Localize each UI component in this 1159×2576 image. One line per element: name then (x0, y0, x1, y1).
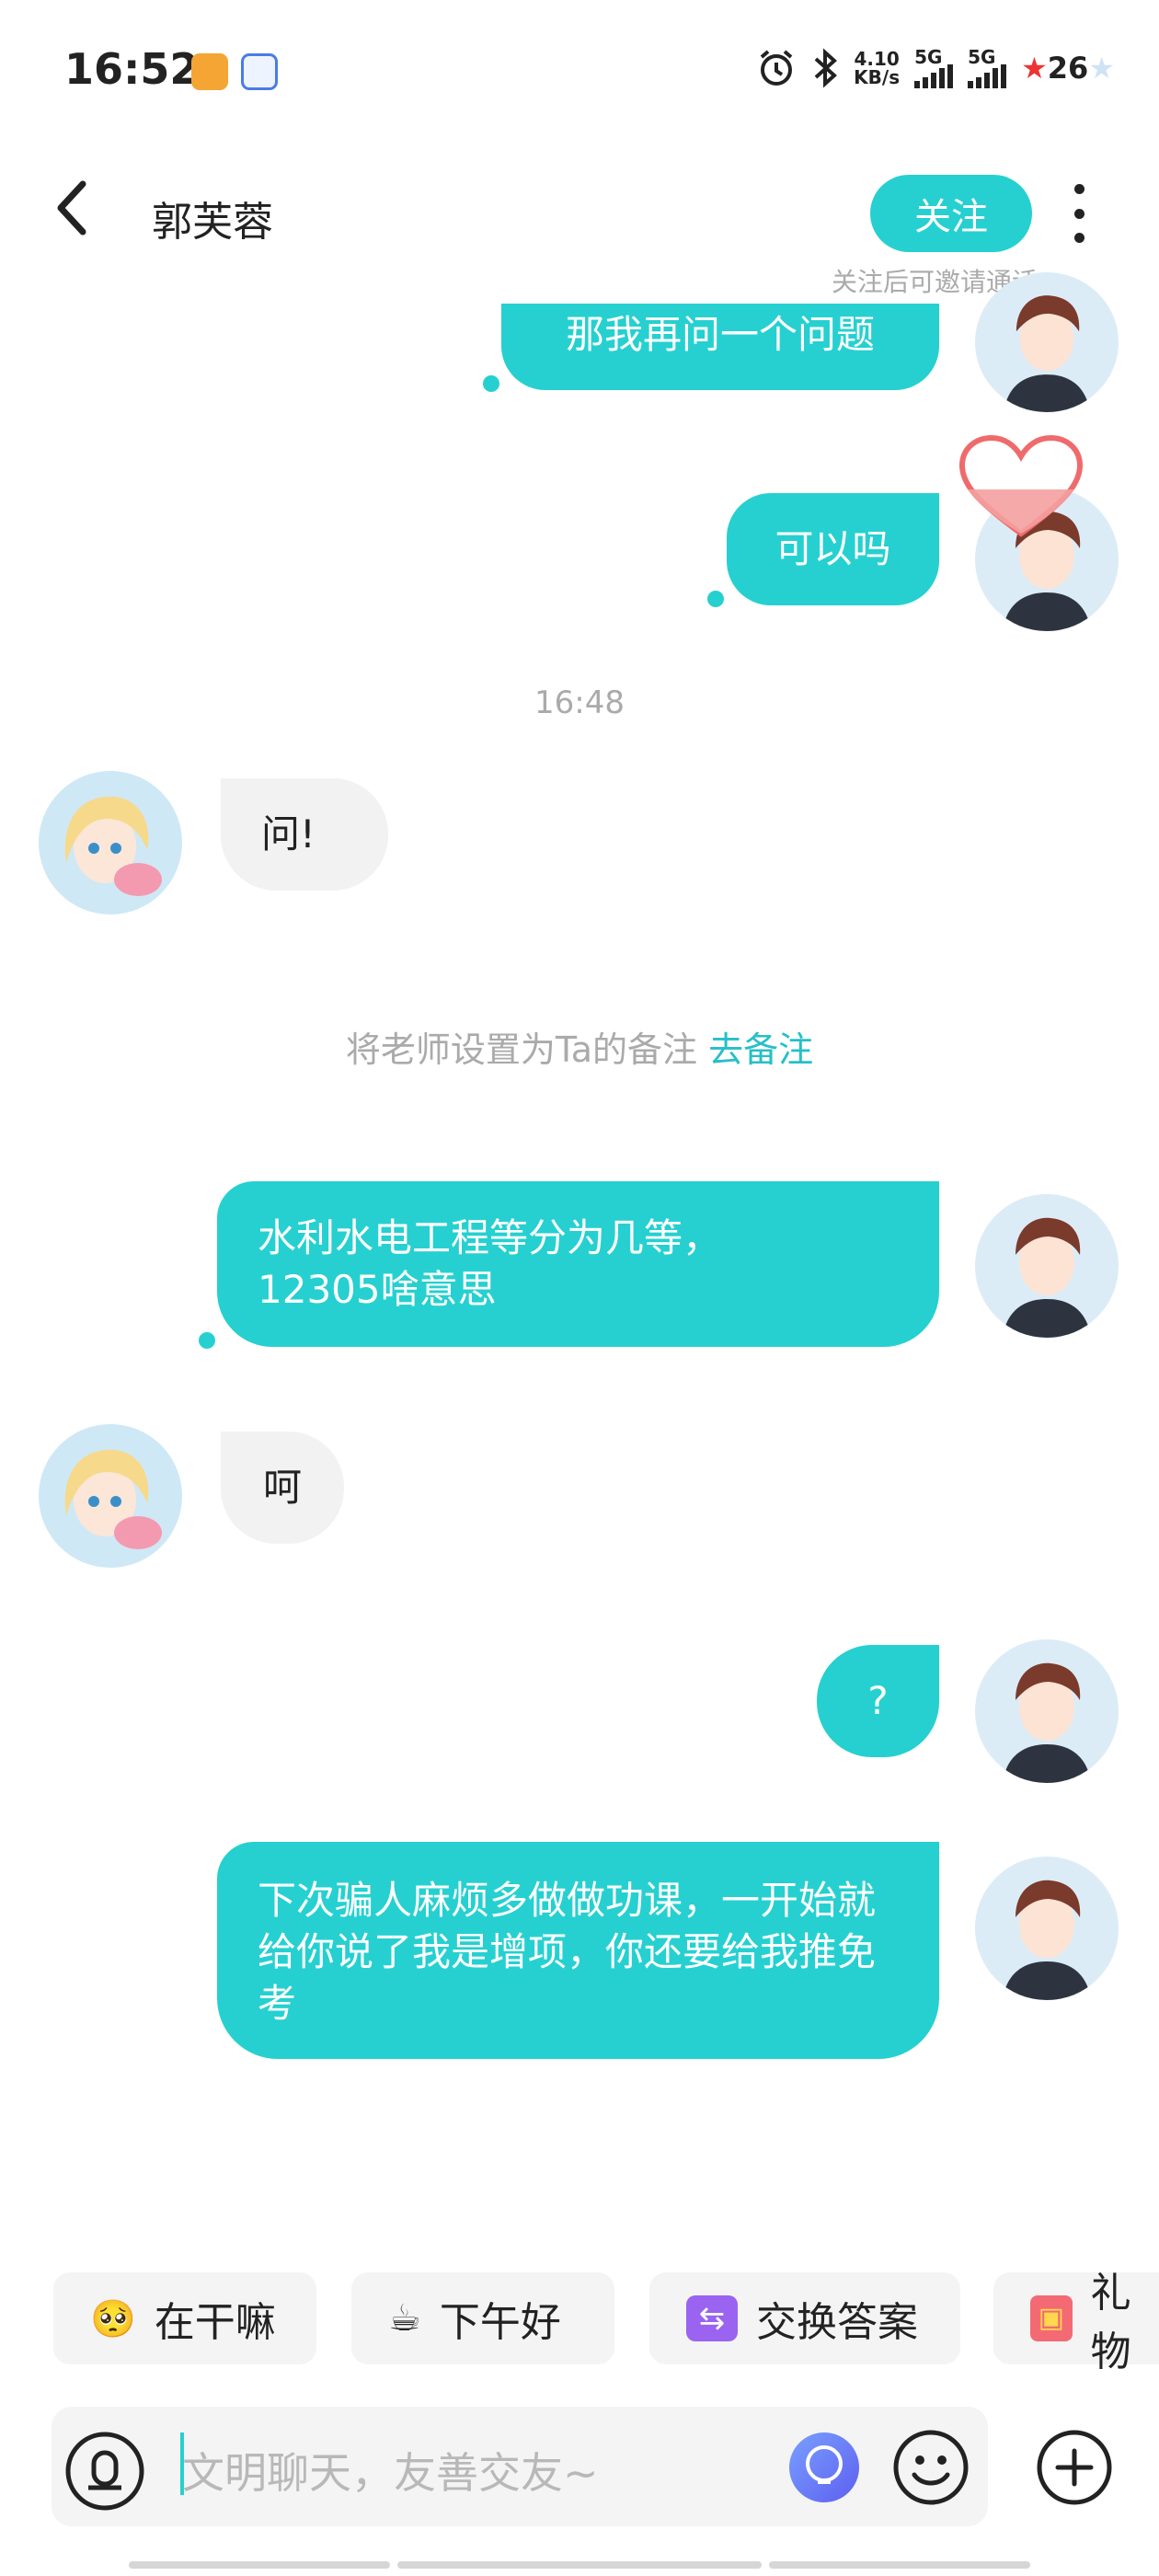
voice-input-icon[interactable] (64, 2431, 145, 2512)
quick-reply-chip[interactable]: 🥺 在干嘛 (53, 2272, 316, 2364)
message-input[interactable]: 文明聊天，友善交友~ (182, 2440, 599, 2501)
more-options-icon[interactable] (1067, 184, 1091, 243)
net-speed: 4.10 KB/s (854, 48, 901, 88)
my-avatar[interactable] (975, 1857, 1119, 2000)
remark-notice-text: 将老师设置为Ta的备注 (345, 1029, 698, 1070)
emoji-icon[interactable] (892, 2429, 970, 2506)
read-indicator-dot (483, 375, 499, 392)
message-bubble-incoming[interactable]: 呵 (221, 1432, 344, 1544)
sim2-signal: 5G (968, 48, 1007, 88)
bluetooth-icon (814, 48, 838, 88)
sim1-signal: 5G (914, 48, 954, 88)
contact-name: 郭芙蓉 (152, 199, 273, 246)
face-icon: 🥺 (90, 2297, 136, 2340)
quick-reply-chip[interactable]: ▣ 礼物 (993, 2270, 1159, 2375)
contact-avatar[interactable] (39, 1424, 182, 1568)
message-bubble-outgoing[interactable]: 水利水电工程等分为几等，12305啥意思 (217, 1181, 939, 1347)
app-notification-icon (241, 53, 278, 90)
add-attachment-icon[interactable] (1036, 2429, 1113, 2506)
ai-assistant-icon[interactable] (787, 2431, 861, 2504)
message-bubble-outgoing[interactable]: 那我再问一个问题 (501, 304, 939, 390)
star-icon: ★ (1088, 51, 1115, 86)
follow-button[interactable]: 关注 (870, 175, 1032, 252)
gift-icon: ▣ (1030, 2295, 1073, 2341)
read-indicator-dot (707, 591, 724, 607)
remark-notice: 将老师设置为Ta的备注 去备注 (0, 1021, 1159, 1072)
my-avatar[interactable] (975, 1194, 1119, 1338)
quick-reply-chip[interactable]: ☕ 下午好 (351, 2272, 614, 2364)
my-avatar[interactable] (975, 1639, 1119, 1783)
message-bubble-outgoing[interactable]: 下次骗人麻烦多做做功课，一开始就给你说了我是增项，你还要给我推免考 (217, 1842, 939, 2059)
alarm-icon (760, 50, 793, 86)
gesture-bar[interactable] (397, 2561, 762, 2569)
gesture-bar[interactable] (769, 2561, 1030, 2569)
status-time: 16:52 (64, 44, 200, 94)
contact-avatar[interactable] (39, 771, 182, 914)
my-avatar[interactable] (975, 272, 1119, 412)
message-bubble-outgoing[interactable]: 可以吗 (727, 493, 939, 605)
quick-reply-chip[interactable]: ⇆ 交换答案 (649, 2272, 960, 2364)
star-icon: ★ (1021, 51, 1048, 86)
message-bubble-incoming[interactable]: 问! (221, 778, 388, 891)
coffee-icon: ☕ (388, 2297, 421, 2340)
read-indicator-dot (199, 1332, 215, 1349)
battery-indicator: ★ 26 ★ (1021, 51, 1115, 86)
swap-icon: ⇆ (686, 2295, 738, 2341)
message-bubble-outgoing[interactable]: ? (817, 1645, 939, 1757)
back-arrow-icon[interactable] (55, 180, 88, 236)
gesture-bar[interactable] (129, 2561, 390, 2569)
set-remark-link[interactable]: 去备注 (708, 1029, 813, 1070)
heart-icon (958, 434, 1084, 537)
message-timestamp: 16:48 (534, 684, 625, 721)
app-notification-icon (191, 53, 228, 90)
status-icons: 4.10 KB/s 5G 5G ★ 26 ★ (756, 48, 1115, 88)
